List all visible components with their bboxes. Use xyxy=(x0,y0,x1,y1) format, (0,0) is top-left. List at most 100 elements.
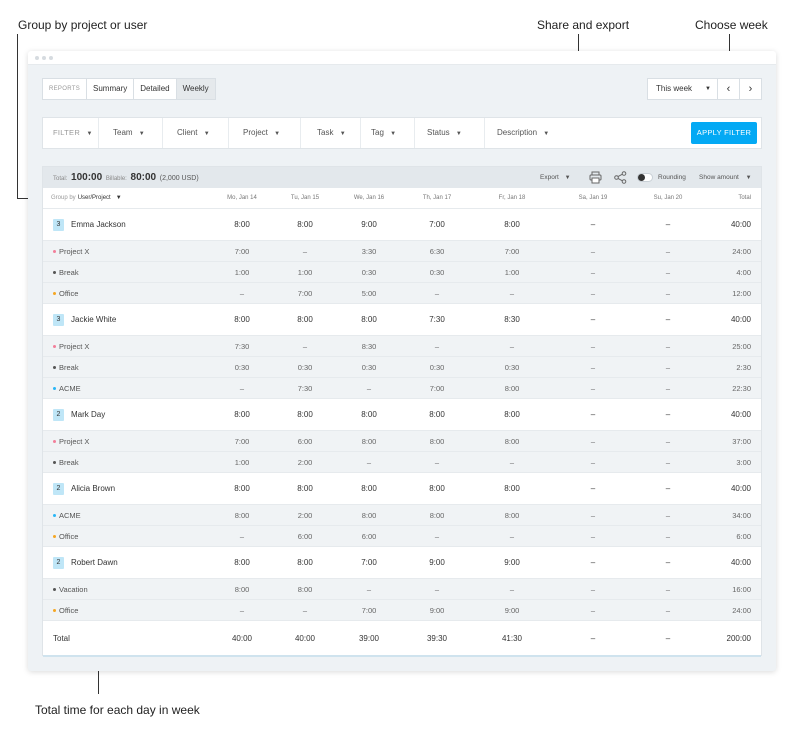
day-cell: 7:00 xyxy=(361,606,377,615)
day-cell: 8:00 xyxy=(504,437,520,446)
window-dot xyxy=(49,56,53,60)
day-cell: 8:00 xyxy=(361,410,377,419)
day-cell: – xyxy=(239,289,245,298)
total-cell: 6:00 xyxy=(736,532,751,541)
day-cell: 7:30 xyxy=(429,315,445,324)
project-row[interactable]: Project X 7:00 6:00 8:00 8:00 8:00 – – 37:00 xyxy=(43,431,761,452)
project-name: Office xyxy=(59,606,79,615)
day-cell: – xyxy=(590,363,596,372)
caret-down-icon: ▼ xyxy=(745,175,752,181)
callout-group-by-line-v xyxy=(17,34,18,199)
day-cell: 0:30 xyxy=(361,268,377,277)
filter-status[interactable]: Status ▼ xyxy=(415,118,485,148)
user-row[interactable]: 2 Robert Dawn 8:00 8:00 7:00 9:00 9:00 – – 40:00 xyxy=(43,547,761,579)
filter-client[interactable]: Client ▼ xyxy=(163,118,229,148)
show-amount-dropdown[interactable]: Show amount ▼ xyxy=(699,167,752,189)
day-cell: 8:00 xyxy=(297,220,313,229)
caret-down-icon: ▼ xyxy=(138,131,145,137)
day-cell: – xyxy=(302,606,308,615)
user-name: Alicia Brown xyxy=(71,484,116,493)
day-cell: – xyxy=(434,458,440,467)
project-row[interactable]: Office – 7:00 5:00 – – – – 12:00 xyxy=(43,283,761,304)
day-cell: – xyxy=(590,247,596,256)
user-row[interactable]: 3 Emma Jackson 8:00 8:00 9:00 7:00 8:00 – – 40:00 xyxy=(43,209,761,241)
project-row[interactable]: Break 1:00 1:00 0:30 0:30 1:00 – – 4:00 xyxy=(43,262,761,283)
project-row[interactable]: Project X 7:00 – 3:30 6:30 7:00 – – 24:00 xyxy=(43,241,761,262)
billable-amount: (2,000 USD) xyxy=(159,175,199,182)
filter-task[interactable]: Task ▼ xyxy=(301,118,361,148)
total-cell: 16:00 xyxy=(732,585,751,594)
day-cell: 9:00 xyxy=(504,558,520,567)
day-cell: – xyxy=(665,458,671,467)
day-cell: 7:00 xyxy=(297,289,313,298)
day-cell: 0:30 xyxy=(297,363,313,372)
project-row[interactable]: Break 0:30 0:30 0:30 0:30 0:30 – – 2:30 xyxy=(43,357,761,378)
app-window: REPORTS Summary Detailed Weekly This wee… xyxy=(28,51,776,671)
day-cell: 9:00 xyxy=(504,606,520,615)
day-cell: – xyxy=(665,247,671,256)
total-cell: 22:30 xyxy=(732,384,751,393)
project-color-dot xyxy=(53,366,56,369)
day-cell: – xyxy=(239,384,245,393)
total-row-label: Total xyxy=(53,634,70,643)
week-select-label: This week xyxy=(656,84,693,93)
share-icon[interactable] xyxy=(614,171,627,184)
day-cell: 8:00 xyxy=(361,437,377,446)
project-name: Office xyxy=(59,289,79,298)
day-cell: 8:00 xyxy=(429,484,445,493)
filter-team[interactable]: Team ▼ xyxy=(99,118,163,148)
project-row[interactable]: Project X 7:30 – 8:30 – – – – 25:00 xyxy=(43,336,761,357)
project-row[interactable]: ACME 8:00 2:00 8:00 8:00 8:00 – – 34:00 xyxy=(43,505,761,526)
project-row[interactable]: Office – – 7:00 9:00 9:00 – – 24:00 xyxy=(43,600,761,621)
rounding-toggle[interactable] xyxy=(637,173,653,182)
entry-count-badge: 3 xyxy=(53,314,64,326)
day-cell: – xyxy=(590,315,596,324)
filter-status-label: Status xyxy=(427,128,450,137)
filter-tag[interactable]: Tag ▼ xyxy=(361,118,415,148)
tab-detailed[interactable]: Detailed xyxy=(133,79,175,99)
filter-dropdown[interactable]: FILTER ▼ xyxy=(43,118,99,148)
caret-down-icon: ▼ xyxy=(86,131,93,137)
day-cell: – xyxy=(302,247,308,256)
filter-description[interactable]: Description ▼ xyxy=(485,118,577,148)
window-dot xyxy=(35,56,39,60)
user-row[interactable]: 2 Mark Day 8:00 8:00 8:00 8:00 8:00 – – 40:00 xyxy=(43,399,761,431)
day-cell: 8:00 xyxy=(234,410,250,419)
apply-filter-button[interactable]: APPLY FILTER xyxy=(691,122,757,144)
day-cell: 8:00 xyxy=(297,484,313,493)
project-row[interactable]: ACME – 7:30 – 7:00 8:00 – – 22:30 xyxy=(43,378,761,399)
day-cell: 7:00 xyxy=(234,247,250,256)
report-totals: Total: 100:00 Billable: 80:00 (2,000 USD… xyxy=(53,167,199,190)
day-cell: – xyxy=(509,458,515,467)
print-icon[interactable] xyxy=(589,171,602,184)
day-cell: 8:00 xyxy=(361,484,377,493)
caret-down-icon: ▼ xyxy=(705,86,711,92)
caret-down-icon: ▼ xyxy=(455,131,462,137)
day-cell: 3:30 xyxy=(361,247,377,256)
prev-week-button[interactable]: ‹ xyxy=(717,79,739,99)
filter-team-label: Team xyxy=(113,128,133,137)
group-by-dropdown[interactable]: Group by User/Project ▼ xyxy=(51,188,122,209)
filter-tag-label: Tag xyxy=(371,128,384,137)
project-row[interactable]: Vacation 8:00 8:00 – – – – – 16:00 xyxy=(43,579,761,600)
user-row[interactable]: 3 Jackie White 8:00 8:00 8:00 7:30 8:30 – – 40:00 xyxy=(43,304,761,336)
day-cell: – xyxy=(590,410,596,419)
day-cell: – xyxy=(239,606,245,615)
total-cell: 40:00 xyxy=(730,558,751,567)
project-row[interactable]: Break 1:00 2:00 – – – – – 3:00 xyxy=(43,452,761,473)
next-week-button[interactable]: › xyxy=(739,79,761,99)
week-select[interactable]: This week ▼ xyxy=(648,79,717,99)
day-cell: 8:30 xyxy=(361,342,377,351)
export-dropdown[interactable]: Export ▼ xyxy=(540,167,571,189)
user-name: Robert Dawn xyxy=(71,558,118,567)
day-cell: – xyxy=(590,437,596,446)
tab-weekly[interactable]: Weekly xyxy=(175,79,215,99)
user-row[interactable]: 2 Alicia Brown 8:00 8:00 8:00 8:00 8:00 – – 40:00 xyxy=(43,473,761,505)
day-cell: – xyxy=(665,437,671,446)
day-cell: – xyxy=(366,585,372,594)
filter-project[interactable]: Project ▼ xyxy=(229,118,301,148)
day-cell: – xyxy=(590,342,596,351)
project-row[interactable]: Office – 6:00 6:00 – – – – 6:00 xyxy=(43,526,761,547)
tab-summary[interactable]: Summary xyxy=(86,79,133,99)
day-cell: – xyxy=(665,342,671,351)
